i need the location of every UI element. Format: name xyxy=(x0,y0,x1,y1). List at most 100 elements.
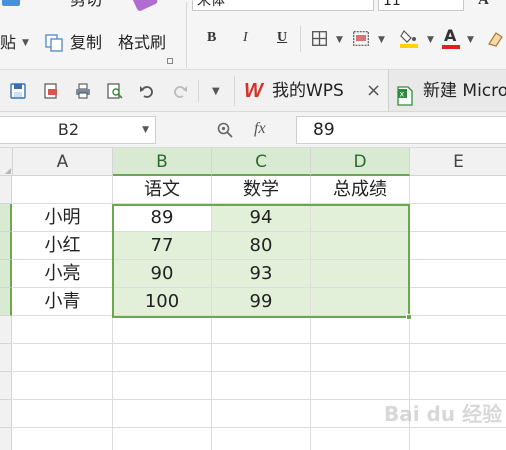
row-header-7[interactable] xyxy=(0,344,12,372)
format-painter-button[interactable]: 格式刷 xyxy=(118,33,166,53)
cell-a1[interactable] xyxy=(13,176,113,204)
cell-c8[interactable] xyxy=(212,372,311,400)
close-icon[interactable]: × xyxy=(366,70,381,111)
cut-button[interactable]: 剪切 xyxy=(70,0,102,10)
cell-d2[interactable] xyxy=(311,204,410,232)
font-name-select[interactable]: 宋体 xyxy=(192,0,374,11)
cell-e2[interactable] xyxy=(410,204,506,232)
export-pdf-icon[interactable] xyxy=(43,83,59,99)
cell-b10[interactable] xyxy=(113,428,212,450)
row-header-5[interactable] xyxy=(0,288,12,316)
fill-handle[interactable] xyxy=(406,314,412,320)
merge-dropdown-icon[interactable]: ▼ xyxy=(378,35,385,45)
cell-c3[interactable]: 80 xyxy=(212,232,311,260)
cut-icon[interactable] xyxy=(2,0,20,6)
cell-e1[interactable] xyxy=(410,176,506,204)
cell-d5[interactable] xyxy=(311,288,410,316)
cell-a4[interactable]: 小亮 xyxy=(13,260,113,288)
paste-dropdown-icon[interactable]: ▼ xyxy=(22,38,29,48)
borders-icon[interactable] xyxy=(312,31,327,46)
cell-b1[interactable]: 语文 xyxy=(113,176,212,204)
font-color-dropdown-icon[interactable]: ▼ xyxy=(467,35,474,45)
cell-c2[interactable]: 94 xyxy=(212,204,311,232)
clipboard-launcher-icon[interactable] xyxy=(167,58,173,64)
row-header-2[interactable] xyxy=(0,204,12,232)
undo-icon[interactable] xyxy=(139,83,155,99)
increase-font-button[interactable]: A xyxy=(478,0,489,9)
cell-c5[interactable]: 99 xyxy=(212,288,311,316)
copy-icon[interactable] xyxy=(45,34,63,52)
cell-a3[interactable]: 小红 xyxy=(13,232,113,260)
cell-a8[interactable] xyxy=(13,372,113,400)
copy-button[interactable]: 复制 xyxy=(70,33,102,53)
cell-d3[interactable] xyxy=(311,232,410,260)
cell-b7[interactable] xyxy=(113,344,212,372)
cell-e3[interactable] xyxy=(410,232,506,260)
merge-cells-icon[interactable] xyxy=(353,31,369,46)
row-header-1[interactable] xyxy=(0,176,12,204)
italic-button[interactable]: I xyxy=(243,30,248,46)
save-icon[interactable] xyxy=(10,83,26,99)
cell-c7[interactable] xyxy=(212,344,311,372)
underline-button[interactable]: U xyxy=(277,30,287,46)
column-header-a[interactable]: A xyxy=(13,148,113,176)
quick-access-dropdown-icon[interactable]: ▼ xyxy=(212,86,220,97)
cell-d4[interactable] xyxy=(311,260,410,288)
font-size-select[interactable]: 11 xyxy=(378,0,464,11)
cell-b6[interactable] xyxy=(113,316,212,344)
cell-d8[interactable] xyxy=(311,372,410,400)
formula-input[interactable]: 89 xyxy=(296,116,506,144)
row-header-10[interactable] xyxy=(0,428,12,450)
fill-color-icon[interactable] xyxy=(400,28,418,48)
cell-a6[interactable] xyxy=(13,316,113,344)
tab-new-document[interactable]: x 新建 Micro xyxy=(388,70,506,111)
column-header-e[interactable]: E xyxy=(410,148,506,176)
zoom-function-icon[interactable] xyxy=(217,122,233,138)
paste-button[interactable]: 贴 xyxy=(0,33,16,53)
cell-b3[interactable]: 77 xyxy=(113,232,212,260)
cell-b9[interactable] xyxy=(113,400,212,428)
column-header-b[interactable]: B xyxy=(113,148,212,176)
row-header-4[interactable] xyxy=(0,260,12,288)
cell-b5[interactable]: 100 xyxy=(113,288,212,316)
print-preview-icon[interactable] xyxy=(107,83,123,99)
cell-b2[interactable]: 89 xyxy=(113,204,212,232)
row-header-3[interactable] xyxy=(0,232,12,260)
cell-e4[interactable] xyxy=(410,260,506,288)
cell-c6[interactable] xyxy=(212,316,311,344)
print-icon[interactable] xyxy=(75,83,91,99)
bold-button[interactable]: B xyxy=(207,30,216,46)
row-header-9[interactable] xyxy=(0,400,12,428)
fill-color-dropdown-icon[interactable]: ▼ xyxy=(427,35,434,45)
cell-a7[interactable] xyxy=(13,344,113,372)
borders-dropdown-icon[interactable]: ▼ xyxy=(336,35,343,45)
cell-d10[interactable] xyxy=(311,428,410,450)
cell-c4[interactable]: 93 xyxy=(212,260,311,288)
cell-e8[interactable] xyxy=(410,372,506,400)
row-header-8[interactable] xyxy=(0,372,12,400)
cell-b8[interactable] xyxy=(113,372,212,400)
column-header-d[interactable]: D xyxy=(311,148,410,176)
name-box[interactable]: B2 ▼ xyxy=(0,116,156,144)
column-header-c[interactable]: C xyxy=(212,148,311,176)
cell-e10[interactable] xyxy=(410,428,506,450)
clear-format-icon[interactable] xyxy=(486,30,506,48)
cell-e7[interactable] xyxy=(410,344,506,372)
select-all-corner[interactable] xyxy=(0,148,13,176)
cell-d7[interactable] xyxy=(311,344,410,372)
cell-b4[interactable]: 90 xyxy=(113,260,212,288)
cell-d6[interactable] xyxy=(311,316,410,344)
cell-c9[interactable] xyxy=(212,400,311,428)
cell-e6[interactable] xyxy=(410,316,506,344)
name-box-dropdown-icon[interactable]: ▼ xyxy=(142,117,149,143)
insert-function-button[interactable]: fx xyxy=(254,120,266,138)
cell-a9[interactable] xyxy=(13,400,113,428)
cell-a2[interactable]: 小明 xyxy=(13,204,113,232)
cell-a5[interactable]: 小青 xyxy=(13,288,113,316)
cell-e5[interactable] xyxy=(410,288,506,316)
row-header-6[interactable] xyxy=(0,316,12,344)
cell-c10[interactable] xyxy=(212,428,311,450)
font-color-icon[interactable]: A xyxy=(442,26,460,50)
cell-a10[interactable] xyxy=(13,428,113,450)
tab-my-wps[interactable]: W 我的WPS × xyxy=(238,70,386,111)
